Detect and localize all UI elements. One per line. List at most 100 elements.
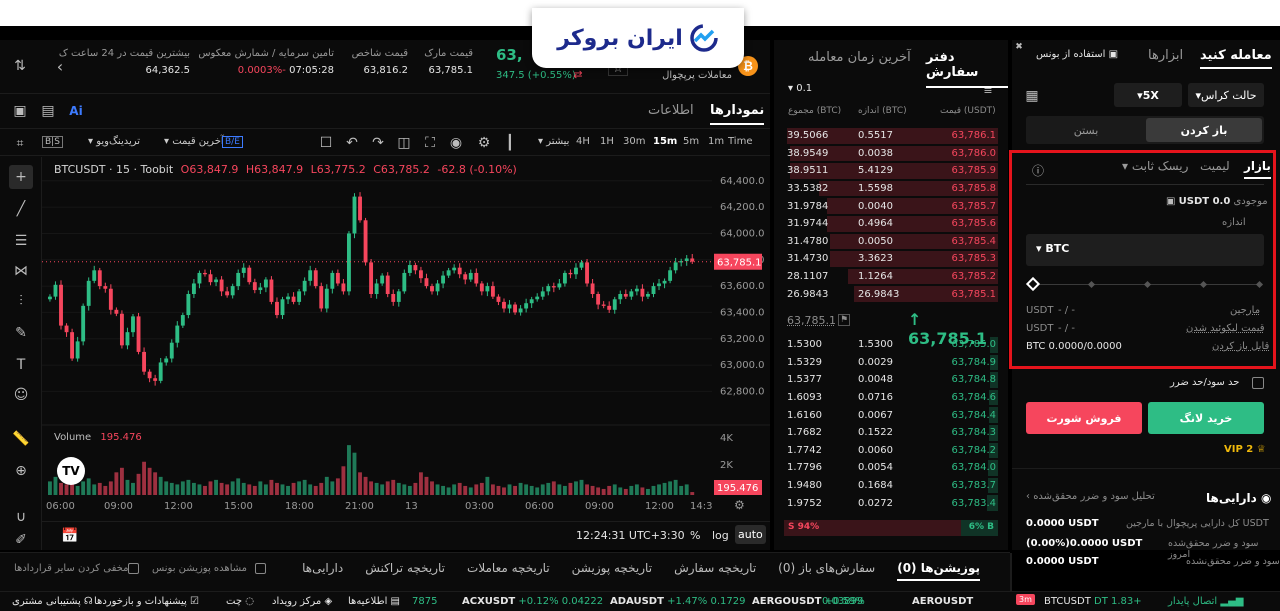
pnl-analysis-link[interactable]: ‹ تحلیل سود و ضرر محقق‌شده [1026,491,1155,502]
horizontal-lines-icon[interactable]: ☰ [9,229,33,253]
positions-tab[interactable]: دارایی‌ها [302,561,343,581]
layout-icon[interactable]: ▣ [8,99,32,123]
positions-tab[interactable]: تاریخچه تراکنش [365,561,445,581]
close-position-tab[interactable]: بستن [1028,118,1144,142]
zoom-in-icon[interactable]: ⊕ [9,459,33,483]
tpsl-checkbox[interactable] [1252,377,1264,389]
ask-row[interactable]: 31.9744 0.4964 63,785.6 [784,215,998,233]
tradingview-toggle[interactable]: ▾ تریدینگ‌ویو [88,136,140,147]
event-center-link[interactable]: مرکز رویداد ◈ [272,596,332,607]
bid-row[interactable]: 1.5300 1.5300 63,785.0 [784,336,998,354]
checkbox-icon[interactable]: ☐ [314,131,338,155]
crosshair-settings-icon[interactable]: ⌗ [8,131,32,155]
sell-short-button[interactable]: فروش شورت [1026,402,1142,434]
open-position-tab[interactable]: باز کردن [1146,118,1262,142]
bid-row[interactable]: 1.7796 0.0054 63,784.0 [784,459,998,477]
fullscreen-icon[interactable]: ⛶ [418,131,442,155]
tab-tools[interactable]: ابزارها [1148,48,1183,63]
undo-icon[interactable]: ↶ [340,131,364,155]
auto-scale-toggle[interactable]: auto [735,525,766,544]
ticker-btc[interactable]: BTCUSDT DT 1.83+ [1044,596,1142,607]
tradingview-logo-icon[interactable]: TV [57,457,85,485]
fib-icon[interactable]: ⫶ [9,289,33,313]
buy-sell-toggle[interactable]: B|S [42,136,63,148]
ticker-ada[interactable]: ADAUSDT +1.47% 0.1729 [610,596,745,607]
tab-trade[interactable]: معامله کنید [1200,48,1272,69]
calculator-icon[interactable]: ▦ [1020,84,1044,108]
redo-icon[interactable]: ↷ [366,131,390,155]
bid-row[interactable]: 1.9752 0.0272 63,783.4 [784,494,998,512]
ask-row[interactable]: 31.4780 0.0050 63,785.4 [784,233,998,251]
tab-charts[interactable]: نمودارها [710,103,765,125]
interval-4h[interactable]: 4H [576,136,590,147]
positions-tab[interactable]: تاریخچه معاملات [467,561,550,581]
settings-sliders-icon[interactable]: ⇅ [8,54,32,78]
close-panel-icon[interactable]: ✖ [1012,40,1026,54]
ask-row[interactable]: 31.4730 3.3623 63,785.3 [784,250,998,268]
more-intervals[interactable]: ▾ بیشتر [538,136,569,147]
positions-tab[interactable]: سفارش‌های باز (0) [778,561,875,581]
last-price-toggle[interactable]: ▾ آخرین قیمت [164,136,224,147]
use-bonus-toggle[interactable]: استفاده از بونس ▣ [1036,49,1118,60]
ask-row[interactable]: 26.9843 26.9843 63,785.1 [784,285,998,303]
bid-row[interactable]: 1.5377 0.0048 63,784.8 [784,371,998,389]
axis-settings-icon[interactable]: ⚙ [734,498,745,512]
pencil-lock-icon[interactable]: ✐ [9,532,33,548]
order-type-limit[interactable]: لیمیت [1200,159,1230,173]
positions-tab[interactable]: تاریخچه پوزیشن [572,561,652,581]
log-scale-toggle[interactable]: log [712,529,729,542]
leverage-select[interactable]: ▾ 5X [1114,83,1182,107]
interval-1m[interactable]: 1m [708,136,724,147]
buy-long-button[interactable]: خرید لانگ [1148,402,1264,434]
feedback-link[interactable]: پیشنهادات و بازخوردها ☑ [94,596,199,607]
ticker-partial[interactable]: 7875 [412,596,437,607]
precision-select[interactable]: ▾ 0.1 [788,83,812,94]
order-type-fixed-risk[interactable]: ▾ ریسک ثابت [1122,159,1188,173]
brush-icon[interactable]: ✎ [9,321,33,345]
ask-row[interactable]: 28.1107 1.1264 63,785.2 [784,268,998,286]
text-tool-icon[interactable]: T [9,353,33,377]
chat-link[interactable]: چت ◌ [226,596,254,607]
interval-30m[interactable]: 30m [623,136,645,147]
crosshair-icon[interactable]: + [9,165,33,189]
announcements-link[interactable]: اطلاعیه‌ها ▤ [348,596,400,607]
interval-5m[interactable]: 5m [683,136,699,147]
ask-row[interactable]: 39.5066 0.5517 63,786.1 [784,127,998,145]
interval-15m[interactable]: 15m [653,136,677,147]
hide-other-checkbox[interactable] [128,563,139,574]
ask-row[interactable]: 33.5382 1.5598 63,785.8 [784,180,998,198]
interval-1h[interactable]: 1H [600,136,614,147]
order-type-market[interactable]: بازار [1244,159,1271,179]
size-unit-select[interactable]: ▾ BTC [1036,242,1069,255]
positions-tab[interactable]: پوزیشن‌ها (0) [897,561,980,581]
trend-line-icon[interactable]: ╱ [9,197,33,221]
emoji-icon[interactable]: ☺ [9,383,33,407]
pattern-icon[interactable]: ⋈ [9,259,33,283]
bid-row[interactable]: 1.6093 0.0716 63,784.6 [784,389,998,407]
tab-recent-trades[interactable]: آخرین زمان معامله [808,50,911,65]
vip-badge[interactable]: VIP 2 ♕ [1224,444,1266,455]
ai-icon[interactable]: Ai [64,99,88,123]
ticker-aergo[interactable]: AERGOUSDT +0.59% [752,596,865,607]
ticker-acx[interactable]: ACXUSDT +0.12% 0.04222 [462,596,603,607]
magnet-icon[interactable]: ∪ [9,505,33,529]
percent-scale-toggle[interactable]: % [690,529,700,542]
ticker-aero-symbol[interactable]: AEROUSDT [912,596,973,607]
bid-row[interactable]: 1.6160 0.0067 63,784.4 [784,406,998,424]
ruler-icon[interactable]: 📏 [9,427,33,451]
support-link[interactable]: پشتیبانی مشتری ☊ [12,596,93,607]
breakeven-toggle[interactable]: B/E [222,136,243,148]
bid-row[interactable]: 1.5329 0.0029 63,784.9 [784,354,998,372]
positions-tab[interactable]: تاریخچه سفارش [674,561,756,581]
bid-row[interactable]: 1.9480 0.1684 63,783.7 [784,477,998,495]
site-logo[interactable]: ایران بروکر [532,8,744,68]
candle-type-icon[interactable]: ┃ [498,131,522,155]
book-layout-icon[interactable]: ≡ [976,78,1000,102]
chart-settings-icon[interactable]: ⚙ [472,131,496,155]
interval-time[interactable]: Time [728,136,752,147]
margin-mode-select[interactable]: ▾ حالت کراس [1188,83,1264,107]
info-icon[interactable]: ⓘ [1026,158,1050,182]
bid-row[interactable]: 1.7682 0.1522 63,784.3 [784,424,998,442]
camera-icon[interactable]: ◉ [444,131,468,155]
ask-row[interactable]: 31.9784 0.0040 63,785.7 [784,197,998,215]
